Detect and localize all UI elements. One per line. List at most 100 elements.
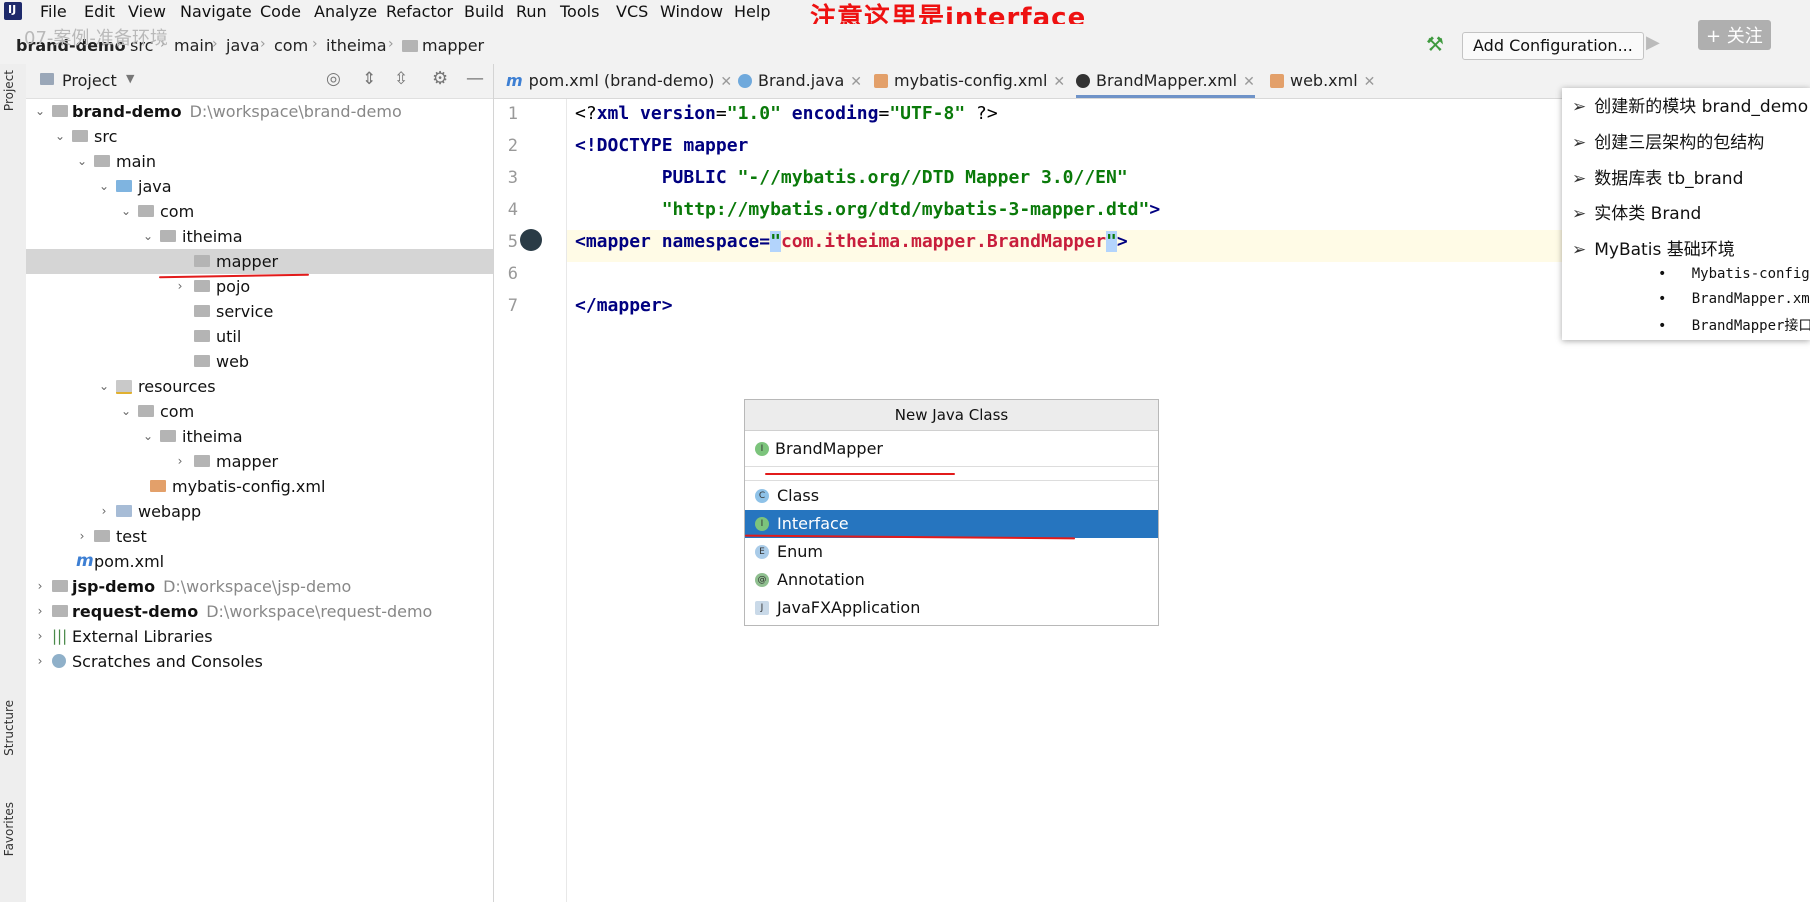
tree-row[interactable]: › jsp-demo D:\workspace\jsp-demo <box>26 574 493 599</box>
close-icon[interactable]: ✕ <box>1053 74 1065 90</box>
tree-row[interactable]: ⌄ itheima <box>26 424 493 449</box>
tree-row[interactable]: ⌄ com <box>26 199 493 224</box>
close-icon[interactable]: ✕ <box>1364 74 1376 90</box>
enum-icon: E <box>755 545 769 559</box>
chevron-right-icon[interactable]: › <box>32 599 48 624</box>
close-icon[interactable]: ✕ <box>1243 74 1255 90</box>
chevron-down-icon[interactable]: ⌄ <box>118 399 134 424</box>
chevron-right-icon[interactable]: › <box>74 524 90 549</box>
menu-analyze[interactable]: Analyze <box>314 2 377 21</box>
tree-row[interactable]: mybatis-config.xml <box>26 474 493 499</box>
tree-row[interactable]: › test <box>26 524 493 549</box>
tree-row[interactable]: ⌄ brand-demo D:\workspace\brand-demo <box>26 99 493 124</box>
menu-code[interactable]: Code <box>260 2 301 21</box>
mybatis-bird-icon <box>1076 74 1090 88</box>
mybatis-bird-icon[interactable] <box>520 229 542 251</box>
tree-row[interactable]: › pojo <box>26 274 493 299</box>
chevron-down-icon[interactable]: ⌄ <box>32 99 48 124</box>
tree-row[interactable]: ⌄ com <box>26 399 493 424</box>
add-configuration-button[interactable]: Add Configuration... <box>1462 32 1644 60</box>
kind-option-enum[interactable]: E Enum <box>745 538 1158 566</box>
tree-row[interactable]: service <box>26 299 493 324</box>
menu-build[interactable]: Build <box>464 2 504 21</box>
project-tool-tab[interactable]: Project <box>2 70 16 111</box>
class-icon <box>738 74 752 88</box>
tree-row[interactable]: ⌄ src <box>26 124 493 149</box>
menu-help[interactable]: Help <box>734 2 770 21</box>
menu-refactor[interactable]: Refactor <box>386 2 453 21</box>
menu-vcs[interactable]: VCS <box>616 2 648 21</box>
tree-row[interactable]: ⌄ resources <box>26 374 493 399</box>
collapse-all-icon[interactable]: ⇳ <box>394 69 408 89</box>
locate-icon[interactable]: ◎ <box>326 69 341 89</box>
minimize-icon[interactable]: — <box>466 68 484 89</box>
menu-tools[interactable]: Tools <box>560 2 599 21</box>
close-icon[interactable]: ✕ <box>720 74 732 90</box>
close-icon[interactable]: ✕ <box>850 74 862 90</box>
tree-row[interactable]: › ||| External Libraries <box>26 624 493 649</box>
package-icon <box>194 330 210 342</box>
package-icon <box>138 205 154 217</box>
kind-option-class[interactable]: C Class <box>745 482 1158 510</box>
menu-run[interactable]: Run <box>516 2 547 21</box>
menu-file[interactable]: File <box>40 2 67 21</box>
breadcrumb-main[interactable]: main <box>174 36 214 55</box>
tab-web-xml[interactable]: web.xml ✕ <box>1270 64 1375 98</box>
tree-row[interactable]: util <box>26 324 493 349</box>
build-hammer-icon[interactable]: ⚒ <box>1426 32 1444 56</box>
favorites-tool-tab[interactable]: Favorites <box>2 802 16 856</box>
tree-row[interactable]: › request-demo D:\workspace\request-demo <box>26 599 493 624</box>
chevron-right-icon[interactable]: › <box>172 274 188 299</box>
tree-row-selected[interactable]: mapper <box>26 249 493 274</box>
gear-icon[interactable]: ⚙ <box>432 68 448 89</box>
breadcrumb-java[interactable]: java <box>226 36 260 55</box>
class-name-input[interactable]: I BrandMapper <box>753 434 1149 464</box>
chevron-down-icon[interactable]: ⌄ <box>74 149 90 174</box>
chevron-right-icon[interactable]: › <box>96 499 112 524</box>
menu-navigate[interactable]: Navigate <box>180 2 252 21</box>
tree-row[interactable]: web <box>26 349 493 374</box>
breadcrumb-com[interactable]: com <box>274 36 308 55</box>
kind-option-interface[interactable]: I Interface <box>745 510 1158 538</box>
chevron-down-icon[interactable]: ⌄ <box>96 174 112 199</box>
tab-pom-xml[interactable]: m pom.xml (brand-demo) ✕ <box>506 64 732 98</box>
tree-row[interactable]: › Scratches and Consoles <box>26 649 493 674</box>
chevron-down-icon[interactable]: ⌄ <box>140 224 156 249</box>
tree-row[interactable]: › webapp <box>26 499 493 524</box>
chevron-right-icon[interactable]: › <box>32 574 48 599</box>
maven-file-icon: m <box>76 551 94 571</box>
chevron-down-icon[interactable]: ⌄ <box>118 199 134 224</box>
kind-option-javafx[interactable]: J JavaFXApplication <box>745 594 1158 622</box>
chevron-right-icon[interactable]: › <box>32 649 48 674</box>
token: namespace <box>650 231 760 252</box>
code-line-7: </mapper> <box>575 295 673 316</box>
breadcrumb-itheima[interactable]: itheima <box>326 36 387 55</box>
tree-row[interactable]: ⌄ itheima <box>26 224 493 249</box>
tree-row[interactable]: ⌄ main <box>26 149 493 174</box>
menu-window[interactable]: Window <box>660 2 723 21</box>
tree-row[interactable]: m pom.xml <box>26 549 493 574</box>
javafx-icon: J <box>755 601 769 615</box>
menu-view[interactable]: View <box>128 2 166 21</box>
structure-tool-tab[interactable]: Structure <box>2 700 16 756</box>
tab-brandmapper-xml[interactable]: BrandMapper.xml ✕ <box>1076 64 1255 98</box>
project-panel-title[interactable]: Project <box>62 71 117 90</box>
run-icon[interactable]: ▶ <box>1646 32 1660 53</box>
tree-row[interactable]: › mapper <box>26 449 493 474</box>
chevron-right-icon[interactable]: › <box>172 449 188 474</box>
chevron-right-icon[interactable]: › <box>32 624 48 649</box>
tab-mybatis-config[interactable]: mybatis-config.xml ✕ <box>874 64 1065 98</box>
note-subitem: • BrandMapper接口 <box>1658 315 1810 335</box>
token: " <box>770 231 781 252</box>
menu-edit[interactable]: Edit <box>84 2 115 21</box>
tab-brand-java[interactable]: Brand.java ✕ <box>738 64 862 98</box>
expand-all-icon[interactable]: ⇕ <box>362 69 376 89</box>
tree-row[interactable]: ⌄ java <box>26 174 493 199</box>
chevron-down-icon[interactable]: ⌄ <box>140 424 156 449</box>
note-subitem: • BrandMapper.xml <box>1658 291 1810 307</box>
kind-option-annotation[interactable]: @ Annotation <box>745 566 1158 594</box>
chevron-down-icon[interactable]: ▼ <box>126 72 134 85</box>
chevron-down-icon[interactable]: ⌄ <box>52 124 68 149</box>
follow-button[interactable]: + 关注 <box>1698 20 1771 50</box>
chevron-down-icon[interactable]: ⌄ <box>96 374 112 399</box>
